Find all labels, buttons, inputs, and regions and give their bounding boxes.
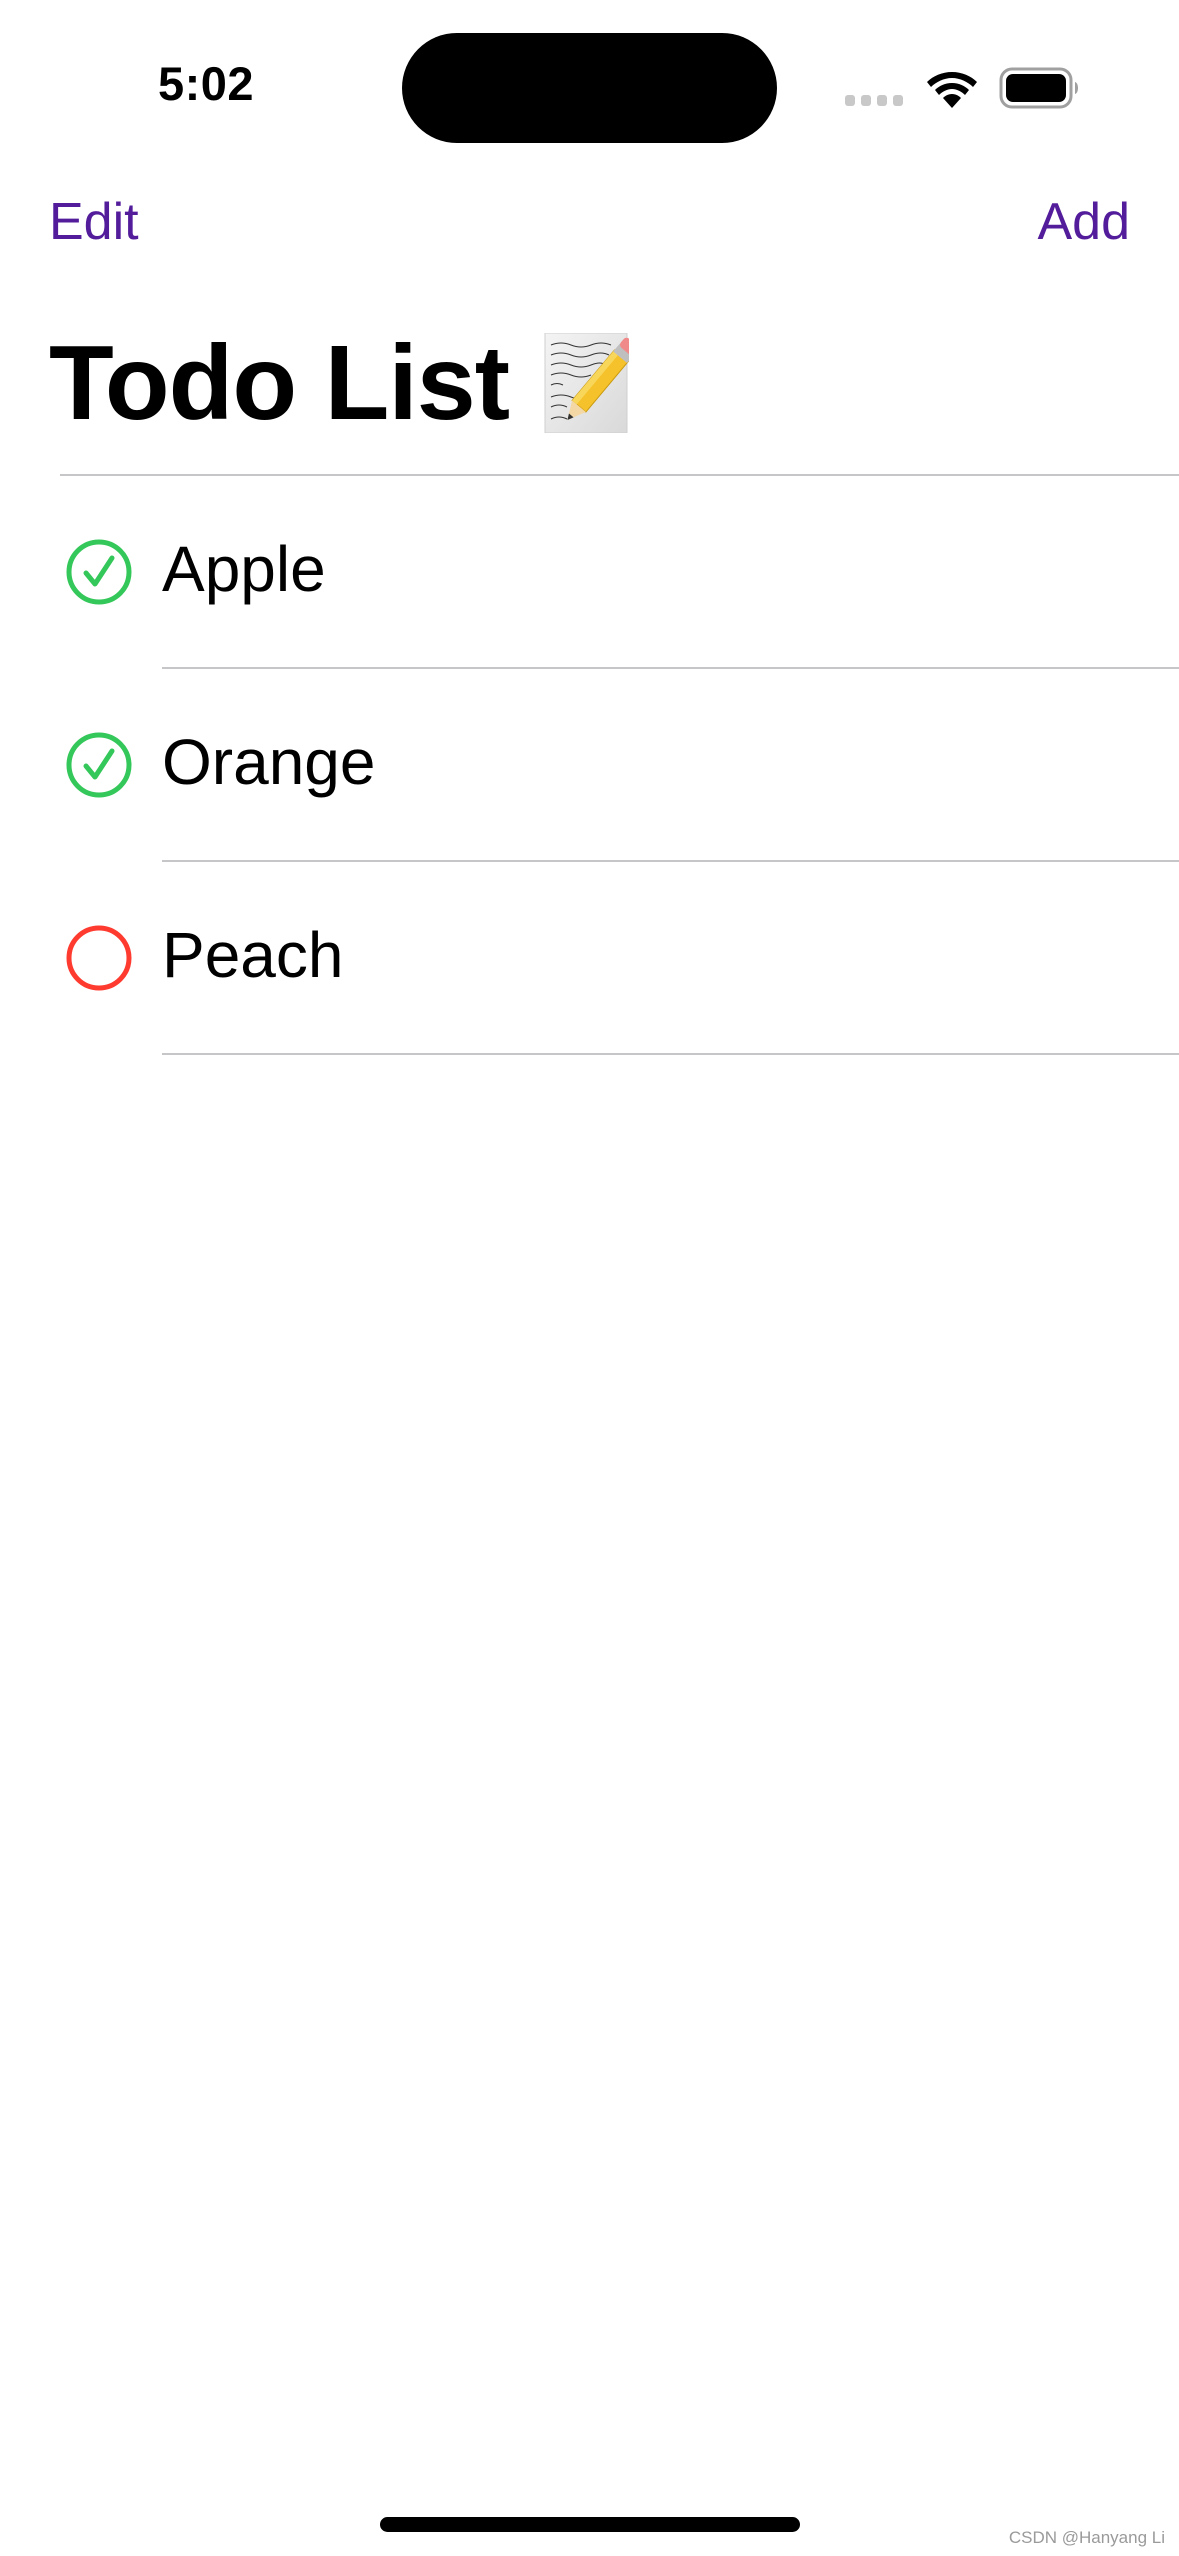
todo-row-peach[interactable]: Peach — [0, 862, 1179, 1055]
todo-label: Apple — [162, 533, 326, 605]
todo-label: Orange — [162, 726, 376, 798]
todo-row-apple[interactable]: Apple — [0, 476, 1179, 669]
todo-label: Peach — [162, 919, 344, 991]
page-title-text: Todo List — [49, 324, 510, 442]
todo-list: Apple Orange Peach — [0, 476, 1179, 1055]
add-button[interactable]: Add — [1037, 196, 1130, 248]
battery-icon — [999, 67, 1078, 109]
empty-circle-icon[interactable] — [65, 924, 133, 992]
wifi-icon — [927, 72, 977, 108]
checkmark-circle-icon[interactable] — [65, 731, 133, 799]
row-separator — [162, 1053, 1179, 1055]
status-time: 5:02 — [158, 57, 255, 110]
dynamic-island — [402, 33, 777, 143]
page-title: Todo List — [49, 324, 639, 442]
checkmark-circle-icon[interactable] — [65, 538, 133, 606]
watermark: CSDN @Hanyang Li — [1008, 2528, 1165, 2547]
edit-button[interactable]: Edit — [49, 196, 139, 248]
todo-row-orange[interactable]: Orange — [0, 669, 1179, 862]
home-indicator[interactable] — [380, 2517, 800, 2532]
cellular-signal-icon — [845, 95, 903, 106]
memo-icon — [543, 332, 639, 434]
